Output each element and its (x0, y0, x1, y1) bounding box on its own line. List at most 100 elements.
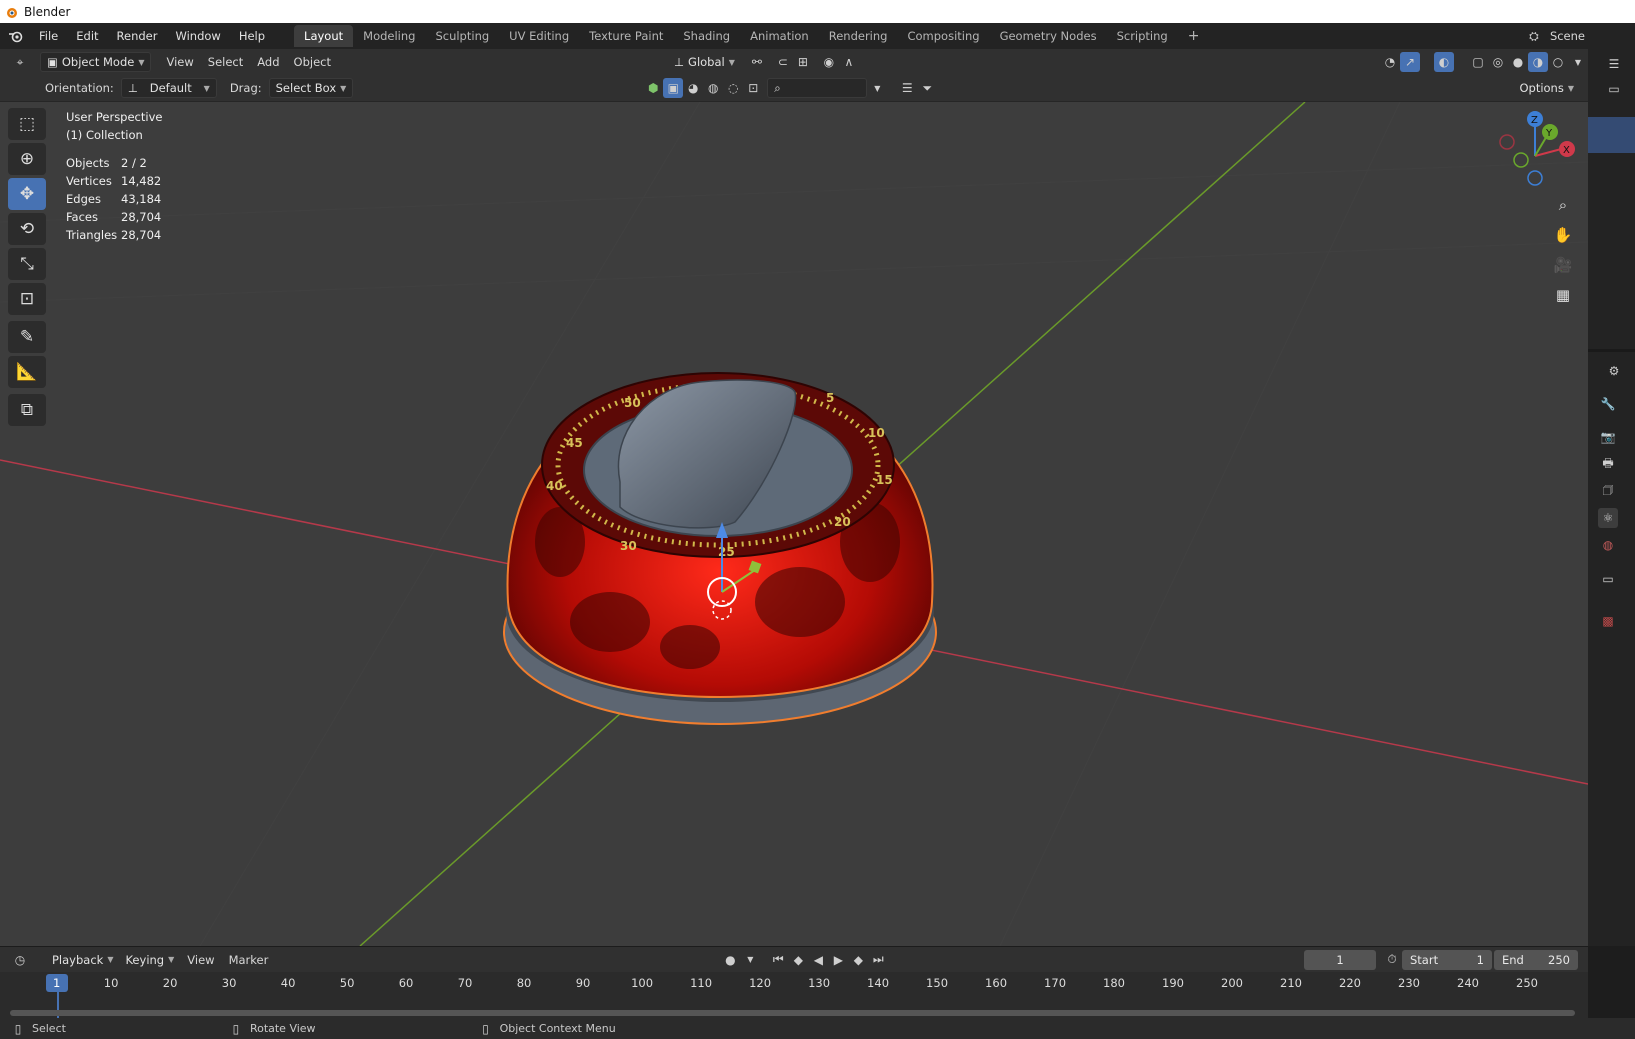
menu-view[interactable]: View (159, 55, 200, 69)
tab-scripting[interactable]: Scripting (1107, 25, 1178, 47)
add-cube-tool[interactable]: ⧉ (8, 394, 46, 426)
visibility-icon[interactable]: ◔ (1380, 52, 1400, 72)
grid-ortho-icon[interactable]: ▦ (1550, 282, 1576, 308)
select-mode-3-icon[interactable]: ◍ (703, 78, 723, 98)
tab-rendering[interactable]: Rendering (819, 25, 898, 47)
proportional-edit-icon[interactable]: ◉ (819, 52, 839, 72)
jump-end-icon[interactable]: ⏭ (868, 950, 888, 970)
menu-edit[interactable]: Edit (67, 29, 107, 43)
timeline-menu-marker[interactable]: Marker (222, 953, 276, 967)
filter-search-input[interactable]: ⌕ (767, 78, 868, 98)
menu-window[interactable]: Window (166, 29, 229, 43)
select-mode-2-icon[interactable]: ◕ (683, 78, 703, 98)
snap-icon[interactable]: ⊂ (773, 52, 793, 72)
menu-render[interactable]: Render (108, 29, 167, 43)
options-dropdown[interactable]: Options ▼ (1513, 78, 1580, 98)
xray-icon[interactable]: ▢ (1468, 52, 1488, 72)
rotate-tool[interactable]: ⟲ (8, 213, 46, 245)
tab-geometry-nodes[interactable]: Geometry Nodes (990, 25, 1107, 47)
tab-animation[interactable]: Animation (740, 25, 819, 47)
menu-object[interactable]: Object (287, 55, 338, 69)
tab-sculpting[interactable]: Sculpting (425, 25, 499, 47)
solid-shading-icon[interactable]: ● (1508, 52, 1528, 72)
render-properties-icon[interactable]: 📷 (1598, 427, 1618, 447)
tab-layout[interactable]: Layout (294, 25, 354, 47)
playback-dropdown[interactable]: Playback ▼ (46, 949, 120, 970)
jump-start-icon[interactable]: ⏮ (768, 950, 788, 970)
transform-orientation-dropdown[interactable]: ⊥ Global ▼ (668, 52, 741, 72)
world-properties-icon[interactable]: ◍ (1598, 535, 1618, 555)
current-frame-field[interactable]: 1 (1304, 949, 1376, 970)
properties-editor-icon[interactable]: ⚙ (1604, 361, 1624, 381)
selectability-icon[interactable]: ⬢ (643, 78, 663, 98)
select-box-tool[interactable]: ⬚ (8, 108, 46, 140)
outliner-filter-icon[interactable]: ☰ (897, 78, 917, 98)
select-mode-4-icon[interactable]: ◌ (723, 78, 743, 98)
falloff-icon[interactable]: ∧ (839, 52, 859, 72)
play-reverse-icon[interactable]: ◀ (808, 950, 828, 970)
pivot-point-icon[interactable]: ⚯ (747, 52, 767, 72)
pan-hand-icon[interactable]: ✋ (1550, 222, 1576, 248)
outliner-editor-icon[interactable]: ☰ (1604, 54, 1624, 74)
timeline-editor-icon[interactable]: ◷ (10, 950, 30, 970)
navigation-gizmo[interactable]: Z X Y (1490, 108, 1580, 198)
start-frame-field[interactable]: Start 1 (1402, 949, 1492, 970)
menu-help[interactable]: Help (230, 29, 274, 43)
wireframe-shading-icon[interactable]: ◎ (1488, 52, 1508, 72)
rendered-shading-icon[interactable]: ○ (1548, 52, 1568, 72)
play-icon[interactable]: ▶ (828, 950, 848, 970)
prev-keyframe-icon[interactable]: ◆ (788, 950, 808, 970)
menu-file[interactable]: File (30, 29, 67, 43)
tab-texture-paint[interactable]: Texture Paint (579, 25, 673, 47)
selected-outliner-row[interactable] (1588, 117, 1635, 153)
scale-tool[interactable]: ⤡ (8, 248, 46, 280)
move-tool[interactable]: ✥ (8, 178, 46, 210)
measure-tool[interactable]: 📐 (8, 356, 46, 388)
tab-uv-editing[interactable]: UV Editing (499, 25, 579, 47)
3d-viewport[interactable]: 5 10 15 20 25 30 40 45 50 ⬚ ⊕ ✥ ⟲ ⤡ ⊡ ✎ … (0, 102, 1588, 946)
gizmo-toggle-icon[interactable]: ↗ (1400, 52, 1420, 72)
scene-icon[interactable]: ⛭ (1524, 26, 1544, 46)
timeline-ruler[interactable]: 10 20 30 40 50 60 70 80 90 100 110 120 130 140 150 160 1… (0, 972, 1588, 1022)
timeline-scrollbar[interactable] (10, 1010, 1575, 1016)
blender-menu-icon[interactable] (6, 26, 26, 46)
editor-type-icon[interactable]: ⌖ (10, 52, 30, 72)
autokey-options-icon[interactable]: ▼ (740, 950, 760, 970)
end-frame-field[interactable]: End 250 (1494, 949, 1578, 970)
texture-properties-icon[interactable]: ▩ (1598, 611, 1618, 631)
camera-icon[interactable]: 🎥 (1550, 252, 1576, 278)
select-mode-5-icon[interactable]: ⊡ (743, 78, 763, 98)
timeline-menu-view[interactable]: View (180, 953, 221, 967)
tab-compositing[interactable]: Compositing (897, 25, 989, 47)
view-layer-icon[interactable]: 🗇 (1598, 481, 1618, 501)
annotate-tool[interactable]: ✎ (8, 321, 46, 353)
keying-dropdown[interactable]: Keying ▼ (119, 949, 181, 970)
preview-range-icon[interactable]: ⏱ (1382, 950, 1402, 970)
snap-target-icon[interactable]: ⊞ (793, 52, 813, 72)
scene-name[interactable]: Scene (1550, 29, 1585, 43)
mode-dropdown[interactable]: ▣ Object Mode ▼ (40, 52, 152, 72)
zoom-icon[interactable]: ⌕ (1550, 192, 1576, 218)
material-shading-icon[interactable]: ◑ (1528, 52, 1548, 72)
transform-tool[interactable]: ⊡ (8, 283, 46, 315)
collection-properties-icon[interactable]: ▭ (1598, 569, 1618, 589)
record-keyframe-icon[interactable]: ● (720, 950, 740, 970)
outliner-filter-icon[interactable]: ▭ (1604, 79, 1624, 99)
orientation-dropdown[interactable]: ⊥ Default ▼ (120, 78, 217, 98)
scene-properties-icon[interactable]: ⚛ (1598, 508, 1618, 528)
output-properties-icon[interactable]: 🖶 (1598, 454, 1618, 474)
tab-modeling[interactable]: Modeling (353, 25, 425, 47)
select-mesh-icon[interactable]: ▣ (663, 78, 684, 98)
overlay-toggle-icon[interactable]: ◐ (1434, 52, 1454, 72)
next-keyframe-icon[interactable]: ◆ (848, 950, 868, 970)
funnel-icon[interactable]: ⏷ (917, 78, 937, 98)
tool-properties-icon[interactable]: 🔧 (1598, 394, 1618, 414)
tab-shading[interactable]: Shading (673, 25, 740, 47)
drag-dropdown[interactable]: Select Box ▼ (268, 78, 354, 98)
shading-options-icon[interactable]: ▼ (1568, 52, 1588, 72)
cursor-tool[interactable]: ⊕ (8, 143, 46, 175)
filter-dropdown-icon[interactable]: ▼ (867, 78, 887, 98)
menu-select[interactable]: Select (201, 55, 250, 69)
menu-add[interactable]: Add (250, 55, 286, 69)
add-workspace-button[interactable]: + (1178, 24, 1210, 48)
